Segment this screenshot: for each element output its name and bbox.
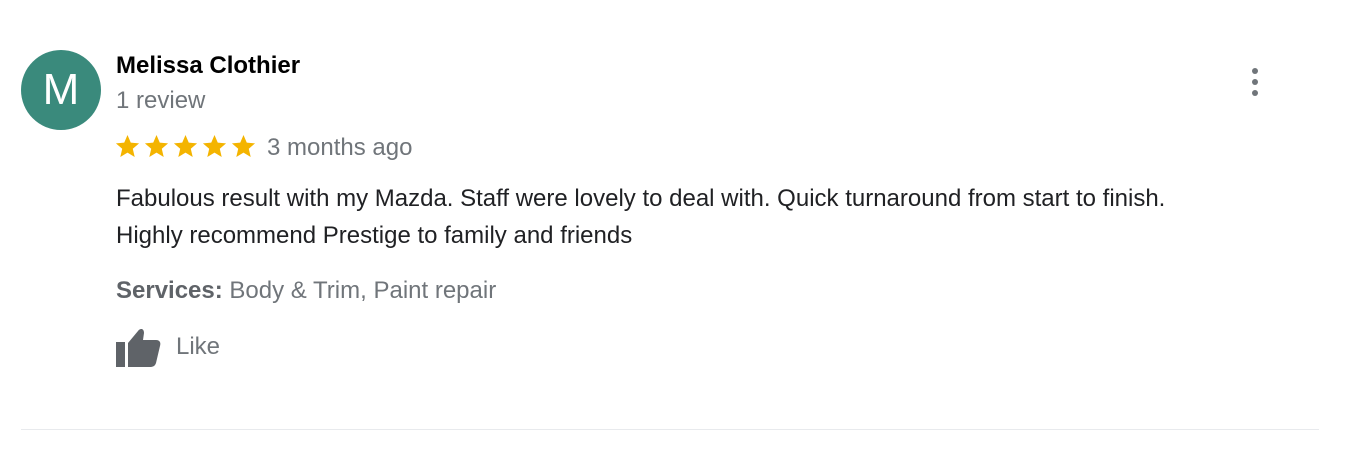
more-options-button[interactable] <box>1238 64 1272 100</box>
services-label: Services: <box>116 277 223 304</box>
more-vert-icon <box>1252 68 1258 74</box>
star-icon <box>173 134 198 157</box>
divider <box>21 429 1319 430</box>
review-text: Fabulous result with my Mazda. Staff wer… <box>116 180 1316 254</box>
review-card: M Melissa Clothier 1 review 3 months ago… <box>0 0 1350 452</box>
review-count: 1 review <box>116 87 206 114</box>
star-icon <box>202 134 227 157</box>
star-rating <box>114 131 257 161</box>
services-value: Body & Trim, Paint repair <box>229 277 497 304</box>
star-icon <box>144 134 169 157</box>
avatar-initial: M <box>42 65 80 114</box>
services: Services: Body & Trim, Paint repair <box>116 277 496 305</box>
review-text-line-1: Fabulous result with my Mazda. Staff wer… <box>116 185 1166 212</box>
like-label: Like <box>176 333 221 360</box>
review-date: 3 months ago <box>267 134 413 161</box>
author-name[interactable]: Melissa Clothier <box>116 52 300 80</box>
review-text-line-2: Highly recommend Prestige to family and … <box>116 222 633 249</box>
star-icon <box>231 134 256 157</box>
star-icon <box>115 134 140 157</box>
like-button[interactable]: Like <box>114 325 220 369</box>
thumb-up-icon <box>116 328 161 367</box>
avatar[interactable]: M <box>21 50 101 130</box>
